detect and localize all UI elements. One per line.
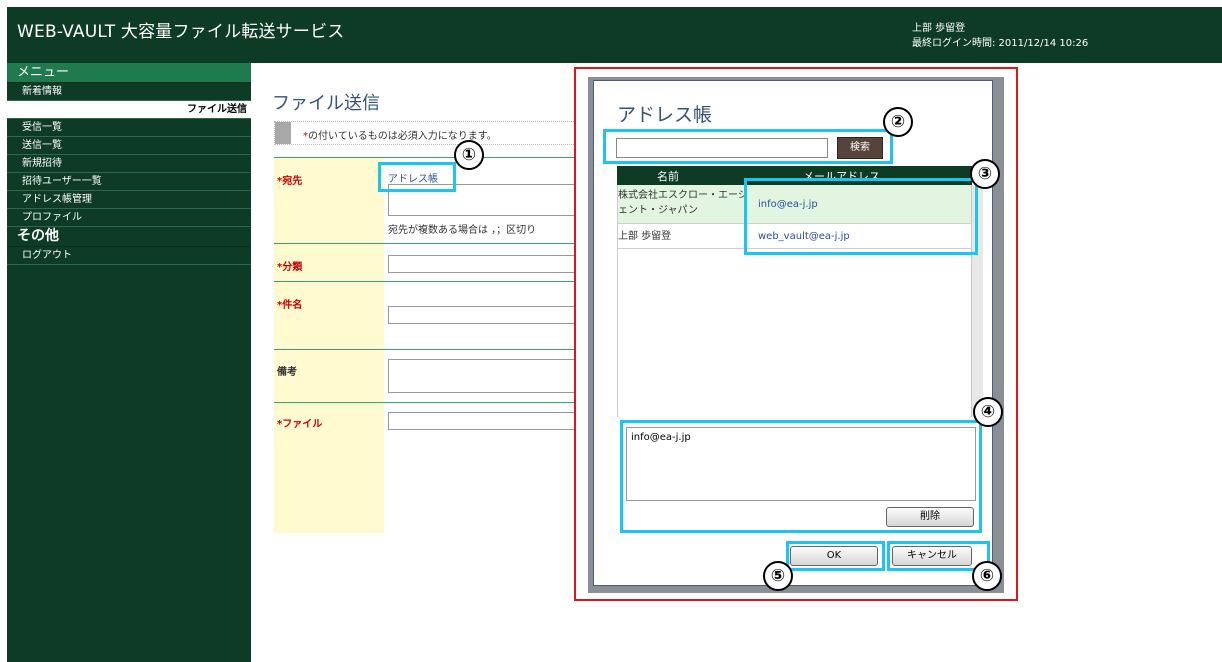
col-name: 名前 <box>657 170 679 183</box>
callout-number-4: ④ <box>973 397 1003 427</box>
callout-number-3: ③ <box>970 159 1000 189</box>
subject-input[interactable] <box>388 306 582 324</box>
menu-heading: メニュー <box>7 63 251 83</box>
row-divider <box>274 402 584 403</box>
to-hint: 宛先が複数ある場合は ，；区切り <box>388 225 537 236</box>
remarks-textarea[interactable] <box>388 359 582 393</box>
callout-number-1: ① <box>454 140 484 170</box>
callout-box-2 <box>603 129 893 164</box>
file-label: *ファイル <box>277 419 323 430</box>
callout-number-6: ⑥ <box>972 561 1002 591</box>
label-column <box>274 157 384 533</box>
user-info: 上部 歩留登 最終ログイン時間: 2011/12/14 10:26 <box>912 21 1088 51</box>
callout-number-2: ② <box>883 107 913 137</box>
sidebar-item-inbox[interactable]: 受信一覧 <box>7 119 251 137</box>
callout-box-4 <box>620 420 982 533</box>
sidebar-item-news[interactable]: 新着情報 <box>7 83 251 101</box>
file-input[interactable] <box>388 412 582 430</box>
dialog-title: アドレス帳 <box>617 104 713 126</box>
required-notice: *の付いているものは必須入力になります。 <box>274 121 584 145</box>
category-label: *分類 <box>277 262 303 273</box>
last-login: 最終ログイン時間: 2011/12/14 10:26 <box>912 38 1089 49</box>
app-title: WEB-VAULT 大容量ファイル転送サービス <box>17 22 345 42</box>
callout-box-1 <box>378 162 456 192</box>
sidebar-item-address-book[interactable]: アドレス帳管理 <box>7 191 251 209</box>
other-heading: その他 <box>7 227 251 247</box>
file-send-form: ファイル送信 *の付いているものは必須入力になります。 *宛先 アドレス帳 宛先… <box>252 63 584 662</box>
row-divider <box>274 157 584 158</box>
sidebar: メニュー 新着情報 ファイル送信 受信一覧 送信一覧 新規招待 招待ユーザー一覧… <box>7 63 251 662</box>
row-divider <box>274 243 584 244</box>
row-divider <box>274 281 584 282</box>
to-label: *宛先 <box>277 176 303 187</box>
sidebar-item-profile[interactable]: プロファイル <box>7 209 251 227</box>
sidebar-item-invited-users[interactable]: 招待ユーザー一覧 <box>7 173 251 191</box>
row-divider <box>274 349 584 350</box>
row-name: 上部 歩留登 <box>618 231 672 242</box>
callout-number-5: ⑤ <box>763 561 793 591</box>
sidebar-item-logout[interactable]: ログアウト <box>7 247 251 265</box>
row-name: 株式会社エスクロー・エージェント・ジャパン <box>618 190 748 216</box>
user-name: 上部 歩留登 <box>912 23 966 34</box>
page-title: ファイル送信 <box>272 93 380 114</box>
subject-label: *件名 <box>277 300 303 311</box>
sidebar-item-sent[interactable]: 送信一覧 <box>7 137 251 155</box>
callout-box-5 <box>786 541 885 571</box>
notice-bar <box>275 122 291 144</box>
sidebar-item-invite[interactable]: 新規招待 <box>7 155 251 173</box>
app-header: WEB-VAULT 大容量ファイル転送サービス 上部 歩留登 最終ログイン時間:… <box>7 7 1222 63</box>
remarks-label: 備考 <box>277 367 297 378</box>
category-select[interactable] <box>388 255 582 273</box>
callout-box-3 <box>744 178 978 255</box>
sidebar-item-file-send[interactable]: ファイル送信 <box>7 101 251 119</box>
app-page: WEB-VAULT 大容量ファイル転送サービス 上部 歩留登 最終ログイン時間:… <box>0 0 1222 662</box>
